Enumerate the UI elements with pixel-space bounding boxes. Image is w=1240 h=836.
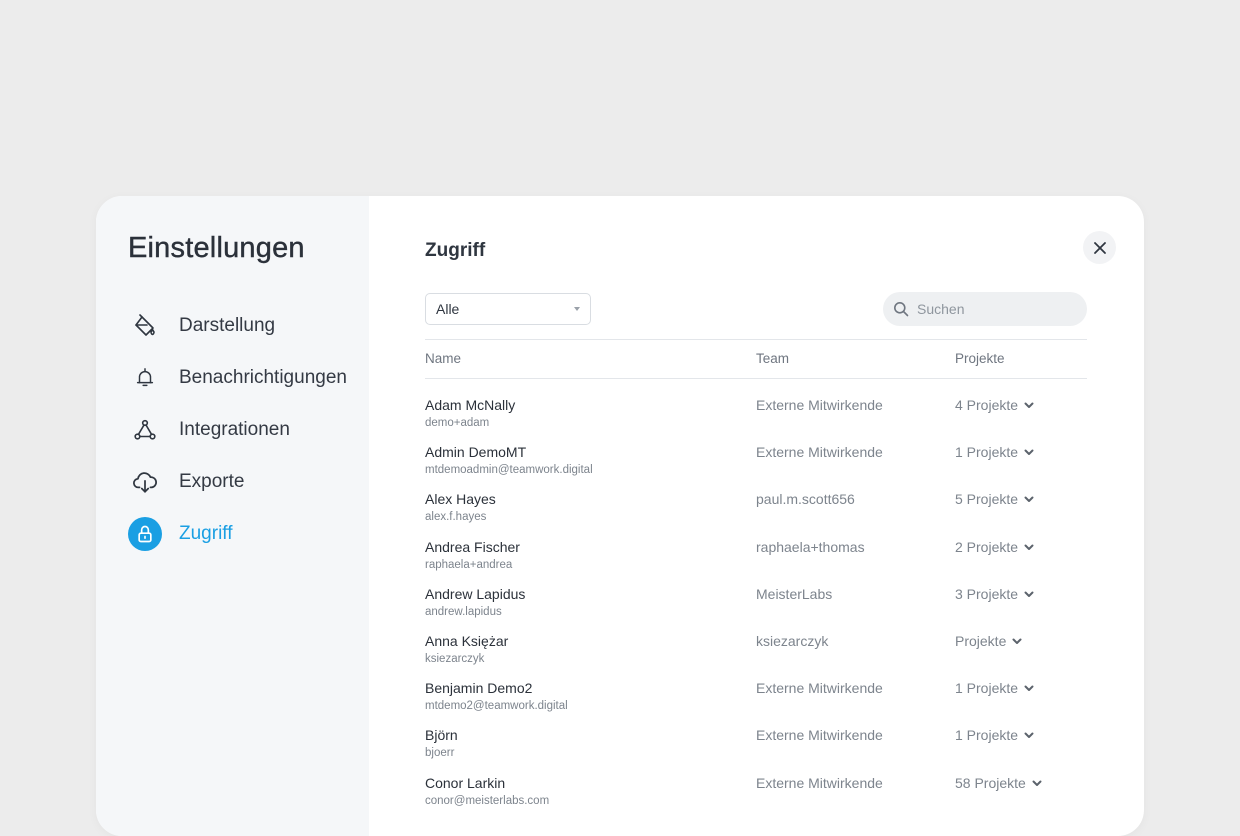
chevron-down-icon bbox=[1023, 588, 1035, 600]
sidebar-item-label: Benachrichtigungen bbox=[179, 367, 347, 388]
user-name: Conor Larkin bbox=[425, 774, 506, 791]
user-team: Externe Mitwirkende bbox=[756, 727, 883, 744]
user-team: Externe Mitwirkende bbox=[756, 774, 883, 791]
projects-dropdown[interactable]: 1 Projekte bbox=[955, 444, 1035, 460]
projects-count: 3 Projekte bbox=[955, 585, 1019, 602]
table-row[interactable]: Björn bjoerr Externe Mitwirkende 1 Projekte bbox=[425, 709, 1087, 759]
projects-count: 1 Projekte bbox=[955, 727, 1019, 744]
projects-count: 1 Projekte bbox=[955, 444, 1019, 461]
user-name: Björn bbox=[425, 727, 458, 744]
user-name: Admin DemoMT bbox=[425, 444, 527, 461]
projects-count: 2 Projekte bbox=[955, 538, 1019, 555]
user-name: Anna Księżar bbox=[425, 632, 509, 649]
bell-icon bbox=[128, 361, 162, 395]
column-header-name[interactable]: Name bbox=[425, 351, 461, 366]
table-row[interactable]: Conor Larkin conor@meisterlabs.com Externe… bbox=[425, 757, 1087, 807]
user-name: Adam McNally bbox=[425, 397, 516, 413]
close-button[interactable] bbox=[1083, 231, 1116, 264]
user-team: paul.m.scott656 bbox=[756, 491, 855, 508]
caret-down-icon bbox=[574, 307, 580, 311]
user-team: raphaela+thomas bbox=[756, 538, 865, 555]
filter-value: Alle bbox=[436, 301, 460, 317]
table-row[interactable]: Alex Hayes alex.f.hayes paul.m.scott656 5 P… bbox=[425, 473, 1087, 523]
column-header-projects[interactable]: Projekte bbox=[955, 351, 1005, 366]
close-icon bbox=[1093, 241, 1107, 255]
user-team: ksiezarczyk bbox=[756, 632, 829, 649]
chevron-down-icon bbox=[1023, 446, 1035, 458]
projects-dropdown[interactable]: 4 Projekte bbox=[955, 397, 1035, 413]
settings-dialog: Einstellungen Darstellung Benachrichtigu… bbox=[96, 196, 1144, 836]
paint-bucket-icon bbox=[128, 309, 162, 343]
table-body: Adam McNally demo+adam Externe Mitwirkende… bbox=[425, 379, 1087, 807]
page-title: Zugriff bbox=[425, 240, 486, 261]
search-box[interactable] bbox=[883, 292, 1087, 326]
user-team: Externe Mitwirkende bbox=[756, 444, 883, 461]
user-name: Alex Hayes bbox=[425, 491, 496, 508]
sidebar-item-zugriff[interactable]: Zugriff bbox=[128, 517, 364, 551]
integrations-icon bbox=[128, 413, 162, 447]
search-input[interactable] bbox=[915, 300, 1079, 318]
projects-count: 1 Projekte bbox=[955, 680, 1019, 697]
user-team: MeisterLabs bbox=[756, 585, 833, 602]
filter-dropdown[interactable]: Alle bbox=[425, 293, 591, 325]
projects-dropdown[interactable]: 58 Projekte bbox=[955, 775, 1043, 791]
chevron-down-icon bbox=[1023, 493, 1035, 505]
chevron-down-icon bbox=[1023, 729, 1035, 741]
sidebar-item-darstellung[interactable]: Darstellung bbox=[128, 309, 364, 343]
search-icon bbox=[893, 301, 909, 317]
sidebar-item-label: Exporte bbox=[179, 471, 245, 492]
user-email: conor@meisterlabs.com bbox=[425, 794, 550, 807]
access-table: Name Team Projekte Adam McNally demo+adam… bbox=[425, 339, 1087, 807]
chevron-down-icon bbox=[1023, 682, 1035, 694]
cloud-download-icon bbox=[128, 465, 162, 499]
table-row[interactable]: Andrea Fischer raphaela+andrea raphaela+th… bbox=[425, 521, 1087, 571]
projects-dropdown[interactable]: 3 Projekte bbox=[955, 586, 1035, 602]
chevron-down-icon bbox=[1031, 777, 1043, 789]
column-header-team[interactable]: Team bbox=[756, 351, 789, 366]
settings-title: Einstellungen bbox=[128, 232, 305, 264]
projects-dropdown[interactable]: 1 Projekte bbox=[955, 727, 1035, 743]
projects-dropdown[interactable]: 5 Projekte bbox=[955, 491, 1035, 507]
projects-count: 4 Projekte bbox=[955, 397, 1019, 413]
sidebar-item-label: Integrationen bbox=[179, 419, 290, 440]
table-row[interactable]: Andrew Lapidus andrew.lapidus MeisterLabs 3… bbox=[425, 568, 1087, 618]
chevron-down-icon bbox=[1023, 541, 1035, 553]
projects-count: 5 Projekte bbox=[955, 491, 1019, 508]
projects-dropdown[interactable]: 2 Projekte bbox=[955, 539, 1035, 555]
chevron-down-icon bbox=[1011, 635, 1023, 647]
sidebar-item-label: Zugriff bbox=[179, 523, 233, 544]
main-panel: Zugriff Alle Name Team P bbox=[369, 196, 1144, 836]
lock-icon bbox=[128, 517, 162, 551]
table-row[interactable]: Adam McNally demo+adam Externe Mitwirkende… bbox=[425, 379, 1087, 429]
user-name: Benjamin Demo2 bbox=[425, 680, 533, 697]
user-team: Externe Mitwirkende bbox=[756, 397, 883, 413]
settings-sidebar: Einstellungen Darstellung Benachrichtigu… bbox=[96, 196, 369, 836]
user-name: Andrea Fischer bbox=[425, 538, 520, 555]
sidebar-item-exporte[interactable]: Exporte bbox=[128, 465, 364, 499]
table-header: Name Team Projekte bbox=[425, 339, 1087, 379]
projects-count: Projekte bbox=[955, 632, 1007, 649]
table-row[interactable]: Anna Księżar ksiezarczyk ksiezarczyk Projek… bbox=[425, 615, 1087, 665]
table-row[interactable]: Admin DemoMT mtdemoadmin@teamwork.digital… bbox=[425, 426, 1087, 476]
projects-dropdown[interactable]: 1 Projekte bbox=[955, 680, 1035, 696]
sidebar-item-integrationen[interactable]: Integrationen bbox=[128, 413, 364, 447]
chevron-down-icon bbox=[1023, 399, 1035, 411]
projects-dropdown[interactable]: Projekte bbox=[955, 633, 1023, 649]
sidebar-item-label: Darstellung bbox=[179, 315, 276, 336]
user-team: Externe Mitwirkende bbox=[756, 680, 883, 697]
table-row[interactable]: Benjamin Demo2 mtdemo2@teamwork.digital Ex… bbox=[425, 662, 1087, 712]
user-name: Andrew Lapidus bbox=[425, 585, 526, 602]
sidebar-item-benachrichtigungen[interactable]: Benachrichtigungen bbox=[128, 361, 364, 395]
projects-count: 58 Projekte bbox=[955, 774, 1026, 791]
